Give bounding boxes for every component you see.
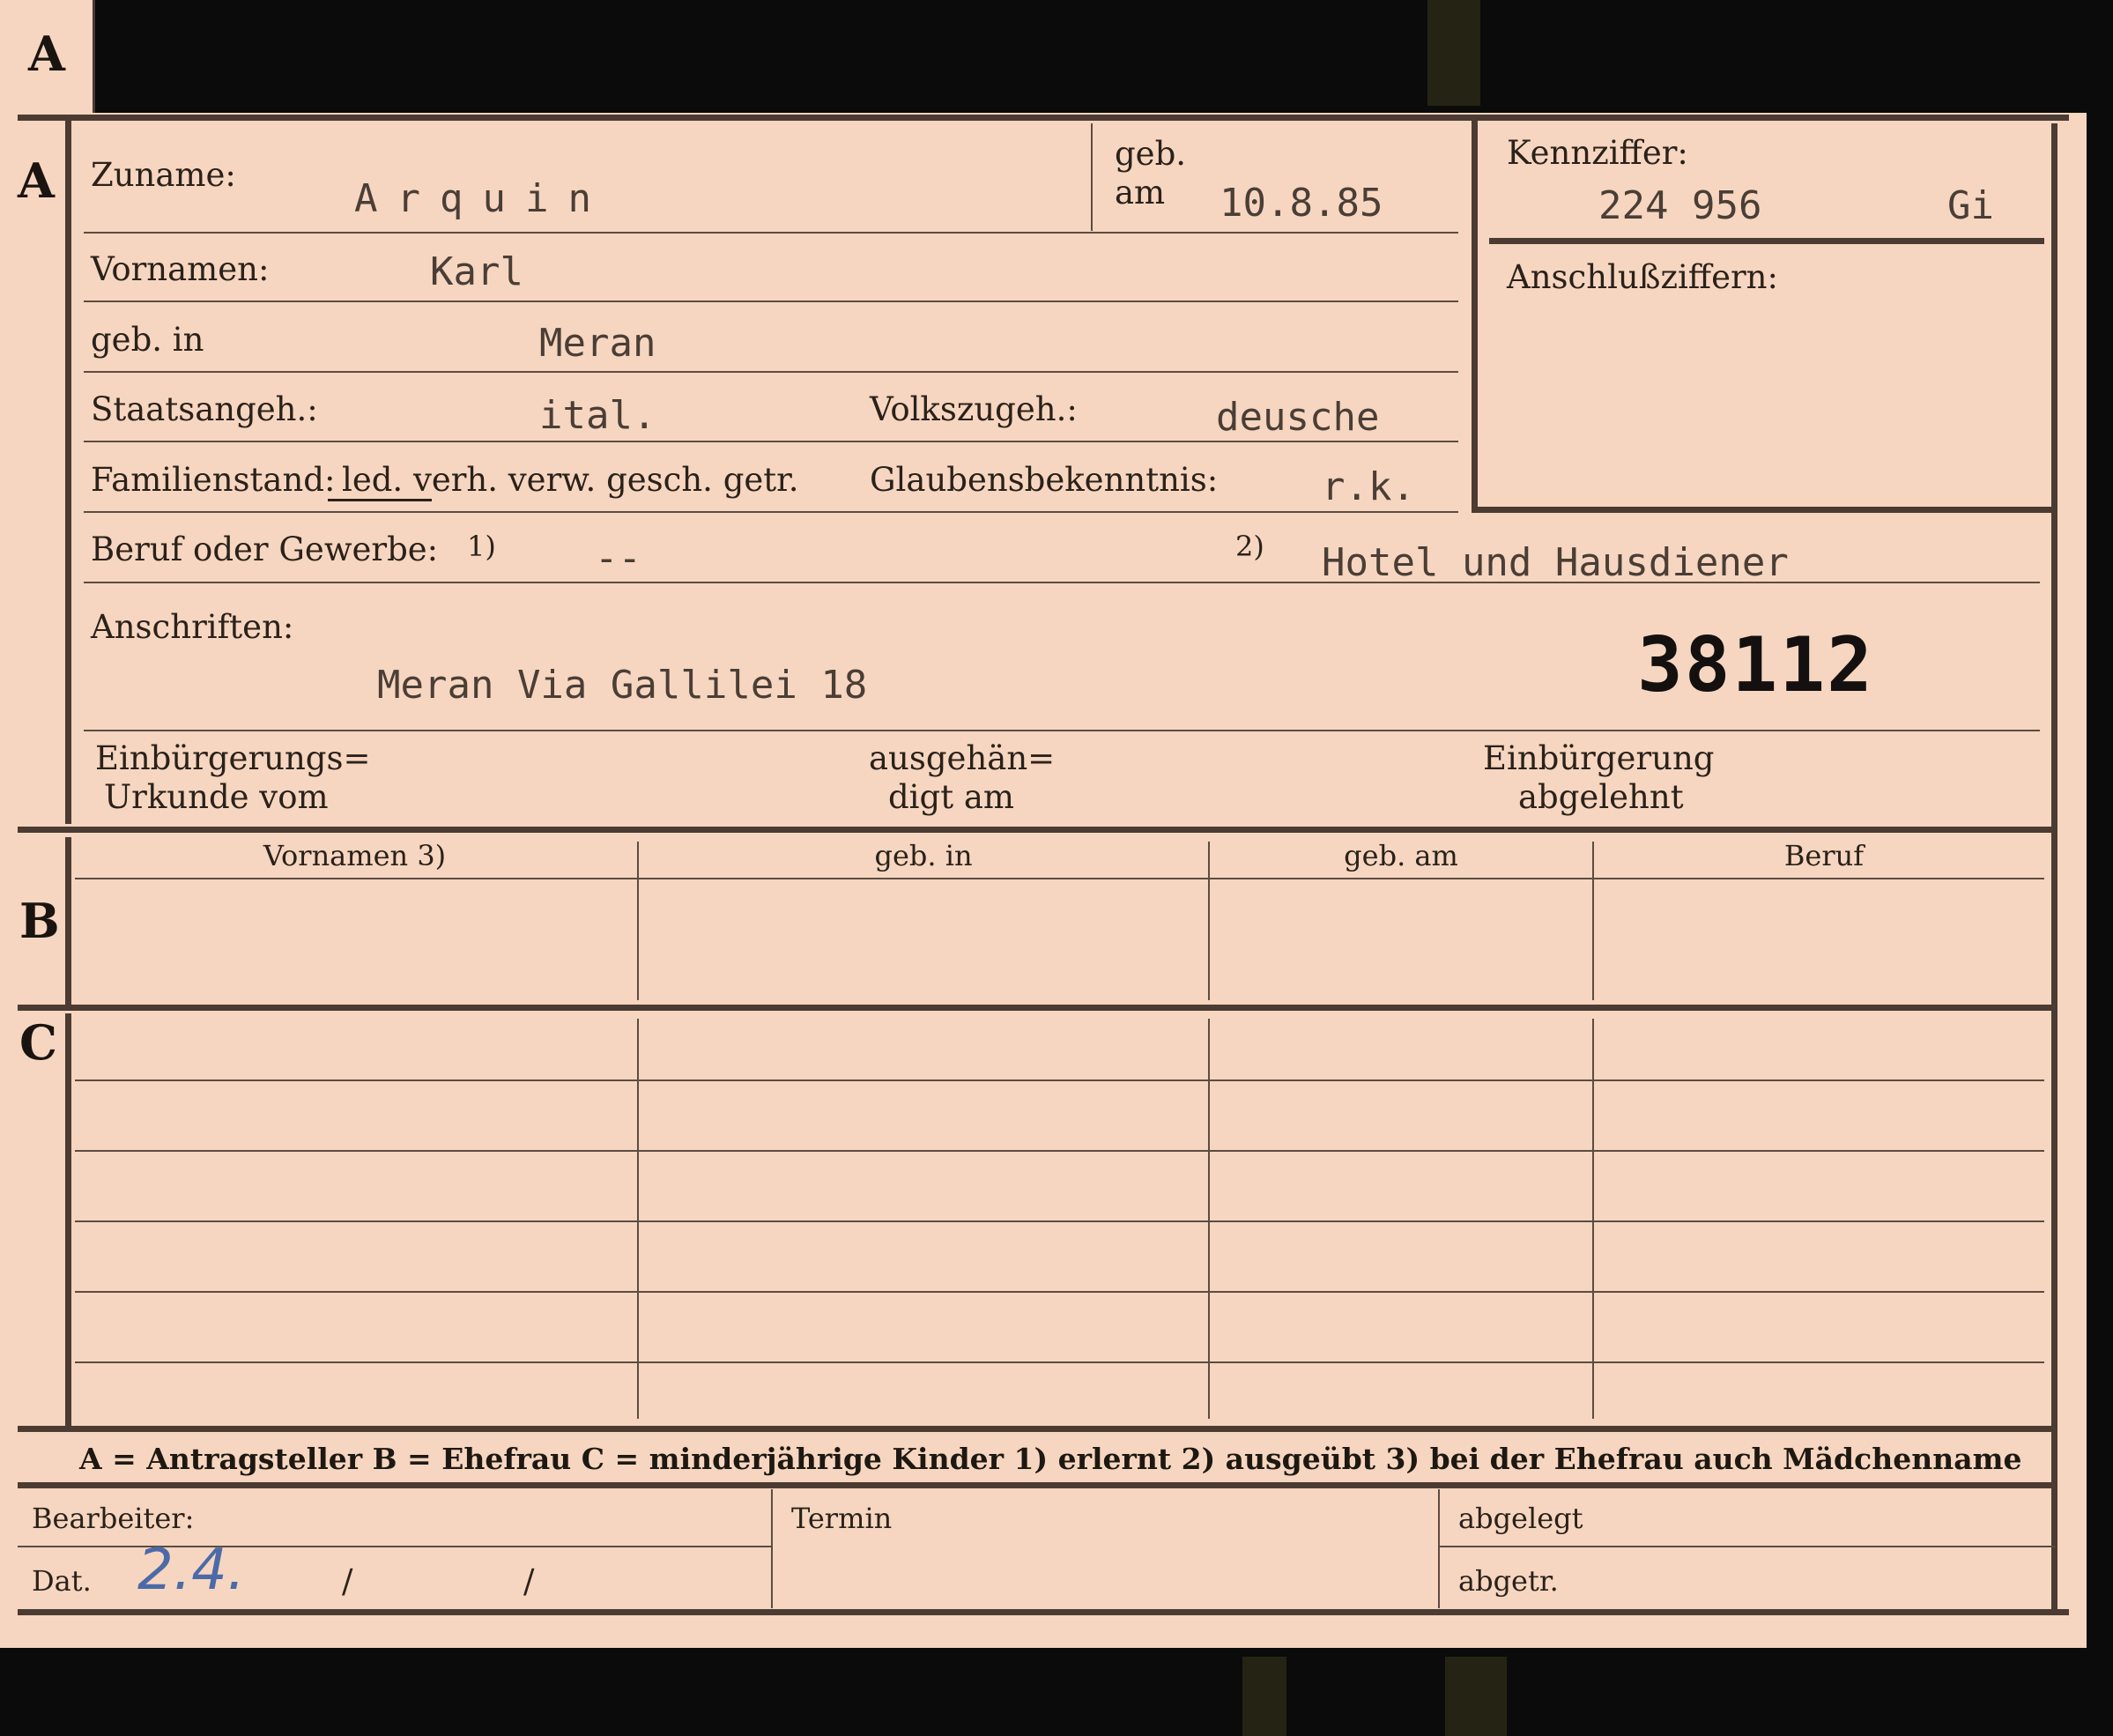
birthplace-value: Meran xyxy=(539,321,656,366)
footer-row-line xyxy=(1438,1546,2055,1547)
row-line xyxy=(84,232,1458,234)
removed-label: abgetr. xyxy=(1458,1564,1559,1598)
bottom-background xyxy=(0,1648,2113,1736)
col-header-given-names: Vornamen 3) xyxy=(263,839,447,872)
section-c-left-rule xyxy=(65,1013,71,1426)
birthdate-value: 10.8.85 xyxy=(1220,181,1383,226)
background-shadow xyxy=(1242,1657,1286,1736)
footer-row-line xyxy=(18,1546,771,1547)
surname-divider xyxy=(1091,123,1093,231)
marital-status-label: Familienstand: xyxy=(91,461,336,499)
anschluss-label: Anschlußziffern: xyxy=(1507,258,1778,296)
row-line xyxy=(75,1079,2044,1081)
occupation-label: Beruf oder Gewerbe: xyxy=(91,530,439,568)
surname-value: Arquin xyxy=(354,176,611,221)
section-c-bottom xyxy=(18,1426,2057,1432)
deadline-label: Termin xyxy=(791,1502,893,1535)
row-line xyxy=(75,1150,2044,1152)
rejected-label: Einbürgerung xyxy=(1483,739,1715,777)
naturalization-doc-label-2: Urkunde vom xyxy=(104,778,329,816)
row-line xyxy=(84,441,1458,442)
section-c-letter: C xyxy=(19,1014,57,1071)
kennziffer-label: Kennziffer: xyxy=(1507,134,1688,172)
address-value: Meran Via Gallilei 18 xyxy=(377,663,868,708)
kennziffer-suffix: Gi xyxy=(1947,183,1994,228)
religion-value: r.k. xyxy=(1322,464,1415,509)
section-a-left-rule xyxy=(65,119,71,824)
file-number-stamp: 38112 xyxy=(1637,621,1874,709)
row-line xyxy=(75,1220,2044,1222)
citizenship-value: ital. xyxy=(539,393,656,438)
tab-letter-a: A xyxy=(28,26,65,82)
marital-status-options: led. verh. verw. gesch. getr. xyxy=(342,461,799,499)
row-line xyxy=(84,582,2040,583)
row-line xyxy=(84,511,1458,513)
legend: A = Antragsteller B = Ehefrau C = minder… xyxy=(79,1442,2022,1476)
column-divider xyxy=(1208,842,1210,1000)
marital-selected-underline xyxy=(328,499,432,501)
row-line xyxy=(75,1361,2044,1363)
column-divider xyxy=(637,842,639,1000)
frame-top xyxy=(18,115,2069,121)
footer-divider xyxy=(1438,1489,1440,1608)
row-line xyxy=(84,371,1458,373)
given-names-value: Karl xyxy=(430,249,523,294)
rejected-label-2: abgelehnt xyxy=(1518,778,1684,816)
footer-divider xyxy=(771,1489,773,1608)
given-names-label: Vornamen: xyxy=(91,250,270,288)
row-line xyxy=(84,730,2040,731)
surname-label: Zuname: xyxy=(91,156,236,194)
section-b-bottom xyxy=(18,1005,2057,1011)
ethnicity-value: deusche xyxy=(1216,395,1380,440)
row-line xyxy=(75,1291,2044,1293)
column-divider xyxy=(1592,842,1594,1000)
handed-label: ausgehän= xyxy=(869,739,1056,777)
section-b-left-rule xyxy=(65,837,71,1005)
legend-bottom xyxy=(18,1482,2057,1488)
row-line xyxy=(84,300,1458,302)
id-box-left xyxy=(1472,119,1478,513)
handed-label-2: digt am xyxy=(888,778,1014,816)
date-slash: / xyxy=(523,1562,535,1600)
right-background xyxy=(2087,113,2113,1648)
ethnicity-label: Volkszugeh.: xyxy=(870,390,1078,428)
background-shadow xyxy=(1445,1657,1507,1736)
date-label: Dat. xyxy=(32,1564,92,1598)
date-slash: / xyxy=(342,1562,353,1600)
citizenship-label: Staatsangeh.: xyxy=(91,390,318,428)
handwritten-date: 2.4. xyxy=(137,1538,246,1603)
footnote-1-mark: 1) xyxy=(467,530,496,563)
address-label: Anschriften: xyxy=(91,608,294,646)
occupation-practiced-value: Hotel und Hausdiener xyxy=(1322,540,1789,585)
id-box-divider xyxy=(1489,238,2044,244)
occupation-learned-value: -- xyxy=(595,536,641,581)
top-background xyxy=(95,0,2113,113)
registration-card xyxy=(0,0,2113,1648)
birthplace-label: geb. in xyxy=(91,321,204,359)
birthdate-label-am: am xyxy=(1115,174,1166,211)
section-b-letter: B xyxy=(19,893,60,949)
footnote-2-mark: 2) xyxy=(1235,530,1264,563)
col-header-occupation: Beruf xyxy=(1783,839,1865,872)
clerk-label: Bearbeiter: xyxy=(32,1502,195,1535)
kennziffer-value: 224 956 xyxy=(1598,183,1762,228)
background-shadow xyxy=(1427,0,1480,106)
col-header-birthdate: geb. am xyxy=(1344,839,1458,872)
col-header-birthplace: geb. in xyxy=(874,839,973,872)
filed-label: abgelegt xyxy=(1458,1502,1583,1535)
section-a-letter: A xyxy=(18,152,55,209)
birthdate-label: geb. xyxy=(1115,135,1187,173)
header-line xyxy=(75,878,2044,879)
religion-label: Glaubensbekenntnis: xyxy=(870,461,1219,499)
naturalization-doc-label: Einbürgerungs= xyxy=(95,739,371,777)
id-box-bottom xyxy=(1472,507,2053,513)
section-a-bottom xyxy=(18,827,2057,833)
frame-bottom xyxy=(18,1609,2069,1615)
